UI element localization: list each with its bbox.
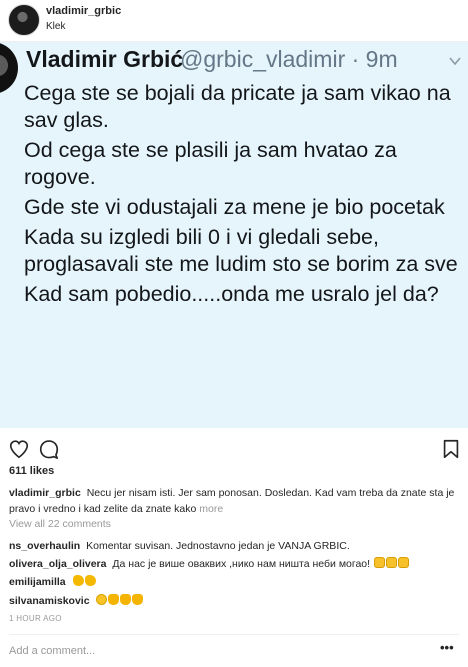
tweet-line: Kad sam pobedio.....onda me usralo jel d…	[24, 282, 439, 306]
tweet-line: Gde ste vi odustajali za mene je bio poc…	[24, 195, 445, 219]
comment-text: Да нас је више оваквих ,нико нам ништа н…	[112, 558, 371, 570]
action-bar	[0, 434, 468, 464]
post-location[interactable]: Klek	[46, 21, 65, 32]
tweet-handle: @grbic_vladimir · 9m	[180, 46, 398, 72]
tweet-author-name: Vladimir Grbić	[26, 46, 184, 72]
post-timestamp[interactable]: 1 HOUR AGO	[9, 614, 62, 623]
avatar[interactable]	[8, 4, 40, 36]
tweet-avatar	[0, 42, 18, 94]
thumbs-up-icon	[108, 594, 120, 605]
comment-username[interactable]: emilijamilla	[9, 576, 66, 588]
smiling-face-icon	[96, 594, 108, 605]
likes-count[interactable]: 611 likes	[9, 465, 54, 477]
post-image-tweet[interactable]: Vladimir Grbić @grbic_vladimir · 9m Cega…	[0, 42, 468, 428]
tweet-text: Cega ste se bojali da pricate ja sam vik…	[24, 80, 464, 311]
emoji-icon	[386, 557, 397, 568]
heart-icon[interactable]	[8, 438, 30, 460]
tweet-line: Od cega ste se plasili ja sam hvatao za …	[24, 138, 397, 189]
comment-username[interactable]: olivera_olja_olivera	[9, 558, 106, 570]
flexed-biceps-icon	[72, 575, 84, 586]
view-all-comments-link[interactable]: View all 22 comments	[9, 518, 111, 530]
comment-item: ns_overhaulin Komentar suvisan. Jednosta…	[9, 538, 461, 554]
post-header: vladimir_grbic Klek	[0, 0, 468, 42]
caption-username[interactable]: vladimir_grbic	[9, 487, 81, 499]
caption: vladimir_grbic Necu jer nisam isti. Jer …	[9, 485, 461, 517]
emoji-icon	[374, 557, 385, 568]
more-link[interactable]: more	[199, 503, 223, 515]
comment-item: olivera_olja_olivera Да нас је више овак…	[9, 556, 461, 572]
comment-text: Komentar suvisan. Jednostavno jedan je V…	[86, 540, 350, 552]
flexed-biceps-icon	[84, 575, 96, 586]
thumbs-up-icon	[120, 594, 132, 605]
more-options-icon[interactable]: •••	[440, 640, 454, 655]
tweet-line: Cega ste se bojali da pricate ja sam vik…	[24, 81, 451, 132]
tweet-line: Kada su izgledi bili 0 i vi gledali sebe…	[24, 225, 458, 276]
emoji-icon	[398, 557, 409, 568]
thumbs-up-icon	[132, 594, 144, 605]
post-username[interactable]: vladimir_grbic	[46, 5, 121, 17]
comment-username[interactable]: ns_overhaulin	[9, 540, 80, 552]
add-comment-input[interactable]: Add a comment...	[9, 645, 95, 657]
comment-icon[interactable]	[38, 438, 60, 460]
comment-username[interactable]: silvanamiskovic	[9, 595, 90, 607]
comment-item: emilijamilla	[9, 574, 461, 590]
bookmark-icon[interactable]	[440, 438, 462, 460]
divider	[9, 634, 459, 635]
chevron-down-icon	[449, 57, 461, 66]
comment-item: silvanamiskovic	[9, 593, 461, 609]
